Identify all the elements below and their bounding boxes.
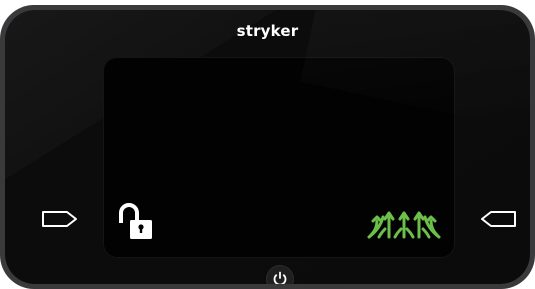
display-screen — [103, 57, 455, 258]
power-icon — [273, 271, 287, 284]
lock-status[interactable] — [116, 201, 158, 243]
mode-indicator[interactable] — [367, 205, 441, 239]
right-side-button[interactable] — [479, 210, 517, 228]
arrow-left-outline-icon — [481, 211, 516, 227]
green-arrows-mode-icon — [367, 211, 441, 239]
arrow-right-outline-icon — [42, 211, 77, 227]
bezel-face: stryker — [5, 10, 530, 284]
power-button[interactable] — [267, 266, 293, 284]
left-side-button[interactable] — [41, 210, 79, 228]
device-panel: stryker — [0, 0, 535, 289]
unlocked-padlock-icon — [119, 203, 152, 239]
brand-logo: stryker — [236, 22, 299, 40]
device-bezel: stryker — [0, 5, 535, 289]
